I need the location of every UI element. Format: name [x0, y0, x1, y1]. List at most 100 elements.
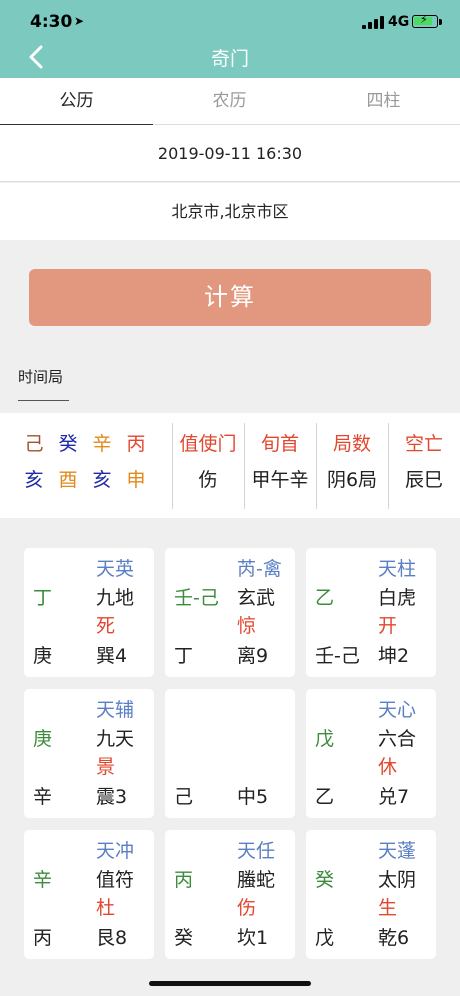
location-field[interactable]: 北京市,北京市区: [0, 183, 460, 240]
palace-god: 白虎: [378, 587, 417, 609]
palace-door: 景: [96, 756, 116, 778]
info-xun-shou: 旬首 甲午辛: [244, 413, 316, 518]
pillar-stem: 辛: [92, 433, 112, 455]
network-label: 4G: [388, 14, 410, 30]
palace-name: 巽4: [96, 645, 128, 667]
battery-charging-icon: ⚡: [412, 13, 438, 28]
palace-earth-stem: 壬-己: [315, 645, 360, 667]
page-title: 奇门: [210, 48, 249, 70]
palace-name: 中5: [237, 786, 269, 808]
palace-heaven-stem: 庚: [33, 728, 53, 750]
section-underline: [18, 400, 69, 401]
palace-star: 天蓬: [378, 840, 417, 862]
info-value: 阴6局: [326, 469, 378, 491]
palace-earth-stem: 乙: [315, 786, 335, 808]
calendar-tabs: 公历 农历 四柱: [0, 78, 460, 126]
palace-earth-stem: 辛: [33, 786, 53, 808]
palace-cell[interactable]: 天柱 乙 白虎 开 壬-己 坤2: [306, 548, 436, 677]
palace-name: 兑7: [378, 786, 410, 808]
palace-cell[interactable]: 天任 丙 螣蛇 伤 癸 坎1: [165, 830, 295, 959]
palace-star: 天冲: [96, 840, 135, 862]
palace-earth-stem: 戊: [315, 927, 335, 949]
info-header: 旬首: [260, 433, 299, 455]
palace-cell[interactable]: 天冲 辛 值符 杜 丙 艮8: [24, 830, 154, 959]
pillar-stem: 丙: [126, 433, 146, 455]
palace-heaven-stem: 壬-己: [174, 587, 219, 609]
pillar-stem: 己: [24, 433, 44, 455]
palace-god: 螣蛇: [237, 869, 276, 891]
palace-name: 震3: [96, 786, 128, 808]
chart-info-panel: 己 癸 辛 丙 亥 酉 亥 申 值使门 伤 旬首 甲午辛 局数 阴6局 空亡 辰…: [0, 413, 460, 518]
info-value: 辰巳: [404, 469, 443, 491]
palace-star: 天辅: [96, 699, 135, 721]
calculate-button[interactable]: 计算: [29, 269, 431, 326]
palace-door: 伤: [237, 897, 257, 919]
tab-four-pillars[interactable]: 四柱: [307, 78, 460, 125]
pillar-branch: 酉: [58, 469, 78, 491]
info-header: 值使门: [179, 433, 237, 455]
palace-god: 九地: [96, 587, 135, 609]
palace-cell[interactable]: 芮-禽 壬-己 玄武 惊 丁 离9: [165, 548, 295, 677]
pillar-branch: 申: [126, 469, 146, 491]
palace-door: 死: [96, 615, 116, 637]
palace-star: 芮-禽: [237, 558, 282, 580]
palace-heaven-stem: 癸: [315, 869, 335, 891]
palace-heaven-stem: 辛: [33, 869, 53, 891]
info-value: 甲午辛: [251, 469, 309, 491]
tab-solar[interactable]: 公历: [0, 78, 153, 126]
pillar-branch: 亥: [92, 469, 112, 491]
palace-heaven-stem: 戊: [315, 728, 335, 750]
palace-cell[interactable]: 天英 丁 九地 死 庚 巽4: [24, 548, 154, 677]
palace-earth-stem: 己: [174, 786, 194, 808]
palace-heaven-stem: 丙: [174, 869, 194, 891]
palace-star: 天任: [237, 840, 276, 862]
section-label: 时间局: [18, 368, 64, 386]
palace-door: 生: [378, 897, 398, 919]
palace-name: 艮8: [96, 927, 128, 949]
palace-star: 天心: [378, 699, 417, 721]
palace-cell[interactable]: 天心 戊 六合 休 乙 兑7: [306, 689, 436, 818]
palace-name: 坤2: [378, 645, 410, 667]
palace-star: 天柱: [378, 558, 417, 580]
palace-cell[interactable]: 天蓬 癸 太阴 生 戊 乾6: [306, 830, 436, 959]
palace-god: 六合: [378, 728, 417, 750]
info-ju-number: 局数 阴6局: [316, 413, 388, 518]
palace-name: 离9: [237, 645, 269, 667]
info-header: 空亡: [404, 433, 443, 455]
status-bar: 4:30 ➤ 4G ⚡: [0, 0, 460, 36]
palace-name: 坎1: [237, 927, 269, 949]
palace-star: 天英: [96, 558, 135, 580]
pillar-stem: 癸: [58, 433, 78, 455]
info-header: 局数: [332, 433, 371, 455]
info-value: 伤: [198, 469, 218, 491]
palace-god: 玄武: [237, 587, 276, 609]
nav-bar: 奇门: [0, 36, 460, 78]
palace-heaven-stem: 乙: [315, 587, 335, 609]
palace-door: 杜: [96, 897, 116, 919]
info-duty-door: 值使门 伤: [172, 413, 244, 518]
status-time: 4:30: [30, 12, 73, 32]
palace-god: 九天: [96, 728, 135, 750]
palace-earth-stem: 丙: [33, 927, 53, 949]
palace-god: 太阴: [378, 869, 417, 891]
datetime-field[interactable]: 2019-09-11 16:30: [0, 125, 460, 182]
location-arrow-icon: ➤: [74, 14, 85, 28]
pillar-branch: 亥: [24, 469, 44, 491]
four-pillars: 己 癸 辛 丙 亥 酉 亥 申: [16, 413, 172, 518]
home-indicator: [149, 981, 311, 986]
battery-tip: [439, 19, 442, 25]
palace-heaven-stem: 丁: [33, 587, 53, 609]
signal-icon: [362, 16, 384, 29]
palace-god: 值符: [96, 869, 135, 891]
palace-door: 休: [378, 756, 398, 778]
palace-name: 乾6: [378, 927, 410, 949]
palace-earth-stem: 庚: [33, 645, 53, 667]
palace-cell-center[interactable]: 己 中5: [165, 689, 295, 818]
info-kong-wang: 空亡 辰巳: [388, 413, 460, 518]
tab-lunar[interactable]: 农历: [153, 78, 306, 125]
palace-door: 惊: [237, 615, 257, 637]
palace-cell[interactable]: 天辅 庚 九天 景 辛 震3: [24, 689, 154, 818]
palace-earth-stem: 癸: [174, 927, 194, 949]
palace-earth-stem: 丁: [174, 645, 194, 667]
palace-door: 开: [378, 615, 398, 637]
